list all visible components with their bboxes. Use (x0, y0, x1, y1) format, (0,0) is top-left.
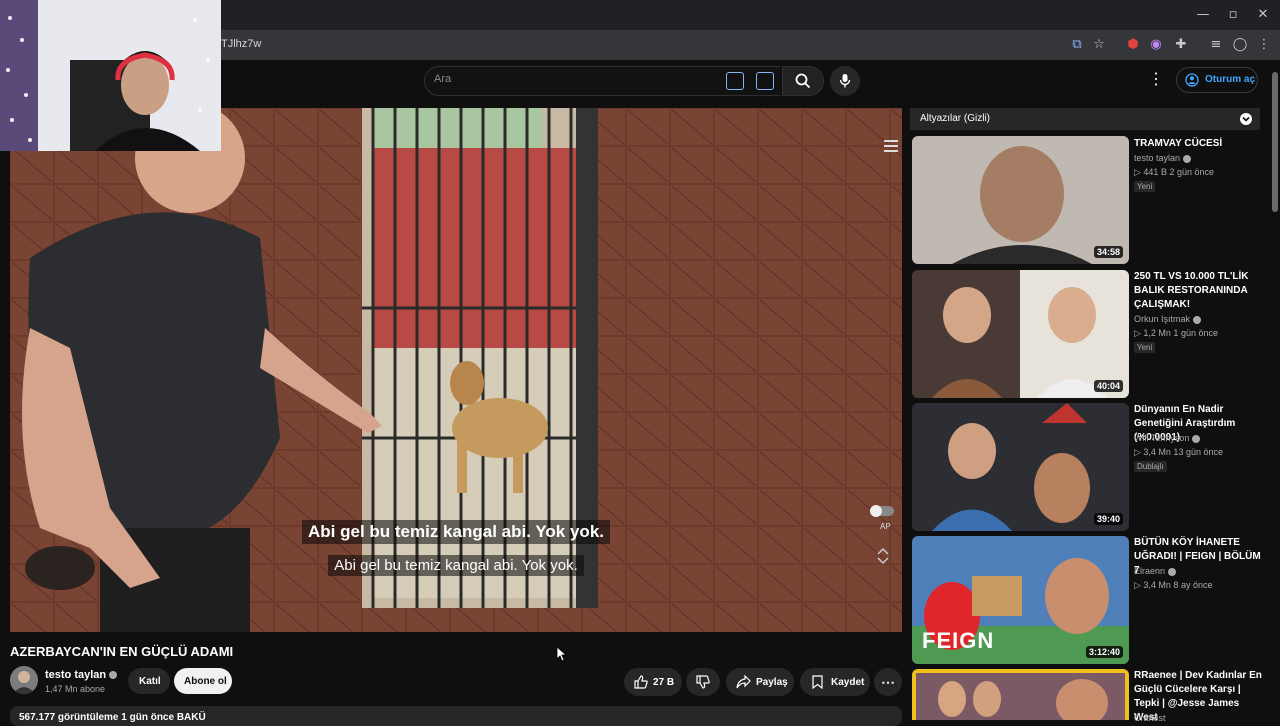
verified-icon (109, 671, 118, 680)
rec-meta-4: ▷ 3,4 Mn 8 ay önce (1134, 580, 1213, 590)
duration-badge: 40:04 (1093, 380, 1123, 392)
verified-icon (1168, 567, 1177, 576)
translate-ext-icon[interactable] (726, 72, 744, 90)
rec-badge-1: Yeni (1134, 181, 1156, 192)
duration-badge: 3:12:40 (1085, 646, 1123, 658)
avatar-image (10, 666, 38, 694)
subscribe-label: Abone ol (184, 676, 227, 687)
rec-thumbnail-1[interactable]: 34:58 (912, 136, 1129, 264)
close-window-button[interactable]: ✕ (1254, 6, 1272, 24)
profile-icon[interactable]: ◯ (1231, 36, 1249, 54)
rec-channel-name[interactable]: Will Tennyson (1134, 433, 1189, 443)
rec-badge-2: Yeni (1134, 342, 1156, 353)
maximize-button[interactable]: ▫ (1224, 6, 1242, 24)
search-extension-icons (722, 66, 780, 96)
chevron-down-icon[interactable] (1240, 113, 1252, 125)
settings-menu-icon[interactable]: ⋮ (1148, 70, 1164, 90)
subscribe-button[interactable]: Abone ol (174, 668, 232, 694)
extension-icon[interactable]: ◉ (1147, 36, 1165, 54)
search-input[interactable] (424, 66, 724, 96)
thumbnail-image (912, 403, 1129, 531)
video-frame (10, 108, 902, 632)
account-icon (1185, 73, 1199, 87)
rec-channel-4[interactable]: Elraenn (1134, 566, 1177, 576)
rec-channel-name[interactable]: Orkun Işıtmak (1134, 314, 1190, 324)
subtitle-line-2: Abi gel bu temiz kangal abi. Yok yok. (10, 555, 902, 576)
search-icon (795, 73, 811, 89)
translate-icon[interactable]: ⧉ (1068, 36, 1086, 54)
microphone-icon (839, 74, 851, 88)
video-player[interactable]: AP Abi gel bu temiz kangal abi. Yok yok.… (10, 108, 902, 632)
more-dots-icon: ⋯ (881, 674, 895, 690)
share-button[interactable]: Paylaş (726, 668, 794, 696)
join-label: Katıl (139, 676, 161, 687)
rec-channel-3[interactable]: Will Tennyson (1134, 433, 1201, 443)
dislike-button[interactable] (686, 668, 720, 696)
thumbnail-image (912, 136, 1129, 264)
thumbnail-image (912, 270, 1129, 398)
bookmark-star-icon[interactable]: ☆ (1090, 36, 1108, 54)
signin-label[interactable]: Oturum aç (1205, 74, 1255, 85)
verified-icon (1183, 154, 1192, 163)
join-button[interactable]: Katıl (128, 668, 170, 694)
rec-channel-1[interactable]: testo taylan (1134, 153, 1192, 163)
channel-avatar[interactable] (10, 666, 38, 694)
rec-badge-3: Dublajlı (1134, 461, 1167, 472)
rec-meta-3: ▷ 3,4 Mn 13 gün önce (1134, 447, 1223, 457)
webcam-overlay (0, 0, 221, 151)
channel-name[interactable]: testo taylan (45, 669, 118, 681)
rec-meta-1: ▷ 441 B 2 gün önce (1134, 167, 1214, 177)
rec-channel-2[interactable]: Orkun Işıtmak (1134, 314, 1202, 324)
save-button[interactable]: Kaydet (800, 668, 870, 696)
bookmark-icon (812, 675, 823, 689)
extension-ublock-icon[interactable]: ⬢ (1124, 36, 1142, 54)
extensions-puzzle-icon[interactable]: ✚ (1172, 36, 1190, 54)
duration-badge: 39:40 (1093, 513, 1123, 525)
thumbnail-overlay-text: FEIGN (922, 628, 995, 653)
thumbs-down-icon (696, 675, 710, 689)
like-count: 27 B (653, 677, 675, 688)
like-button[interactable]: 27 B (624, 668, 682, 696)
search-placeholder: Ara (434, 73, 452, 85)
scrollbar-thumb[interactable] (1272, 72, 1278, 212)
duration-badge: 34:58 (1093, 246, 1123, 258)
rec-channel-5[interactable]: Craftest (1134, 713, 1166, 723)
rec-thumbnail-2[interactable]: 40:04 (912, 270, 1129, 398)
verified-icon (1193, 315, 1202, 324)
mouse-cursor-icon (556, 646, 568, 662)
webcam-feed (0, 0, 221, 151)
browser-menu-icon[interactable]: ⋮ (1255, 36, 1273, 54)
subtitle-bold-text: Abi gel bu temiz kangal abi. Yok yok. (302, 520, 610, 544)
rec-thumbnail-5[interactable] (912, 669, 1129, 720)
rec-channel-name[interactable]: testo taylan (1134, 153, 1180, 163)
captions-label: Altyazılar (Gizli) (920, 113, 991, 124)
rec-title-1[interactable]: TRAMVAY CÜCESİ (1134, 137, 1264, 151)
more-actions-button[interactable]: ⋯ (874, 668, 902, 696)
video-menu-icon[interactable] (884, 140, 898, 152)
subscriber-count: 1,47 Mn abone (45, 684, 106, 694)
rec-title-2[interactable]: 250 TL VS 10.000 TL'LİK BALIK RESTORANIN… (1134, 270, 1264, 312)
views-line: 567.177 görüntüleme 1 gün önce BAKÜ (19, 712, 206, 723)
media-control-icon[interactable]: ≡ (1207, 36, 1225, 54)
subtitle-line-1: Abi gel bu temiz kangal abi. Yok yok. (10, 520, 902, 544)
share-icon (736, 675, 751, 689)
rec-thumbnail-3[interactable]: 39:40 (912, 403, 1129, 531)
thumbnail-image (912, 669, 1129, 720)
keyboard-ext-icon[interactable] (756, 72, 774, 90)
rec-channel-name[interactable]: Elraenn (1134, 566, 1165, 576)
channel-name-text[interactable]: testo taylan (45, 669, 106, 681)
video-title: AZERBAYCAN'IN EN GÜÇLÜ ADAMI (10, 644, 234, 659)
url-text[interactable]: TJlhz7w (221, 38, 261, 50)
minimize-button[interactable]: — (1194, 6, 1212, 24)
share-label: Paylaş (756, 677, 788, 688)
rec-thumbnail-4[interactable]: FEIGN 3:12:40 (912, 536, 1129, 664)
rec-meta-2: ▷ 1,2 Mn 1 gün önce (1134, 328, 1218, 338)
search-button[interactable] (782, 66, 824, 96)
save-label: Kaydet (831, 677, 865, 688)
verified-icon (1192, 434, 1201, 443)
autoplay-toggle-icon[interactable] (870, 505, 894, 517)
subtitle-plain-text: Abi gel bu temiz kangal abi. Yok yok. (328, 555, 584, 576)
voice-search-button[interactable] (830, 66, 860, 96)
thumbs-up-icon (634, 675, 648, 689)
